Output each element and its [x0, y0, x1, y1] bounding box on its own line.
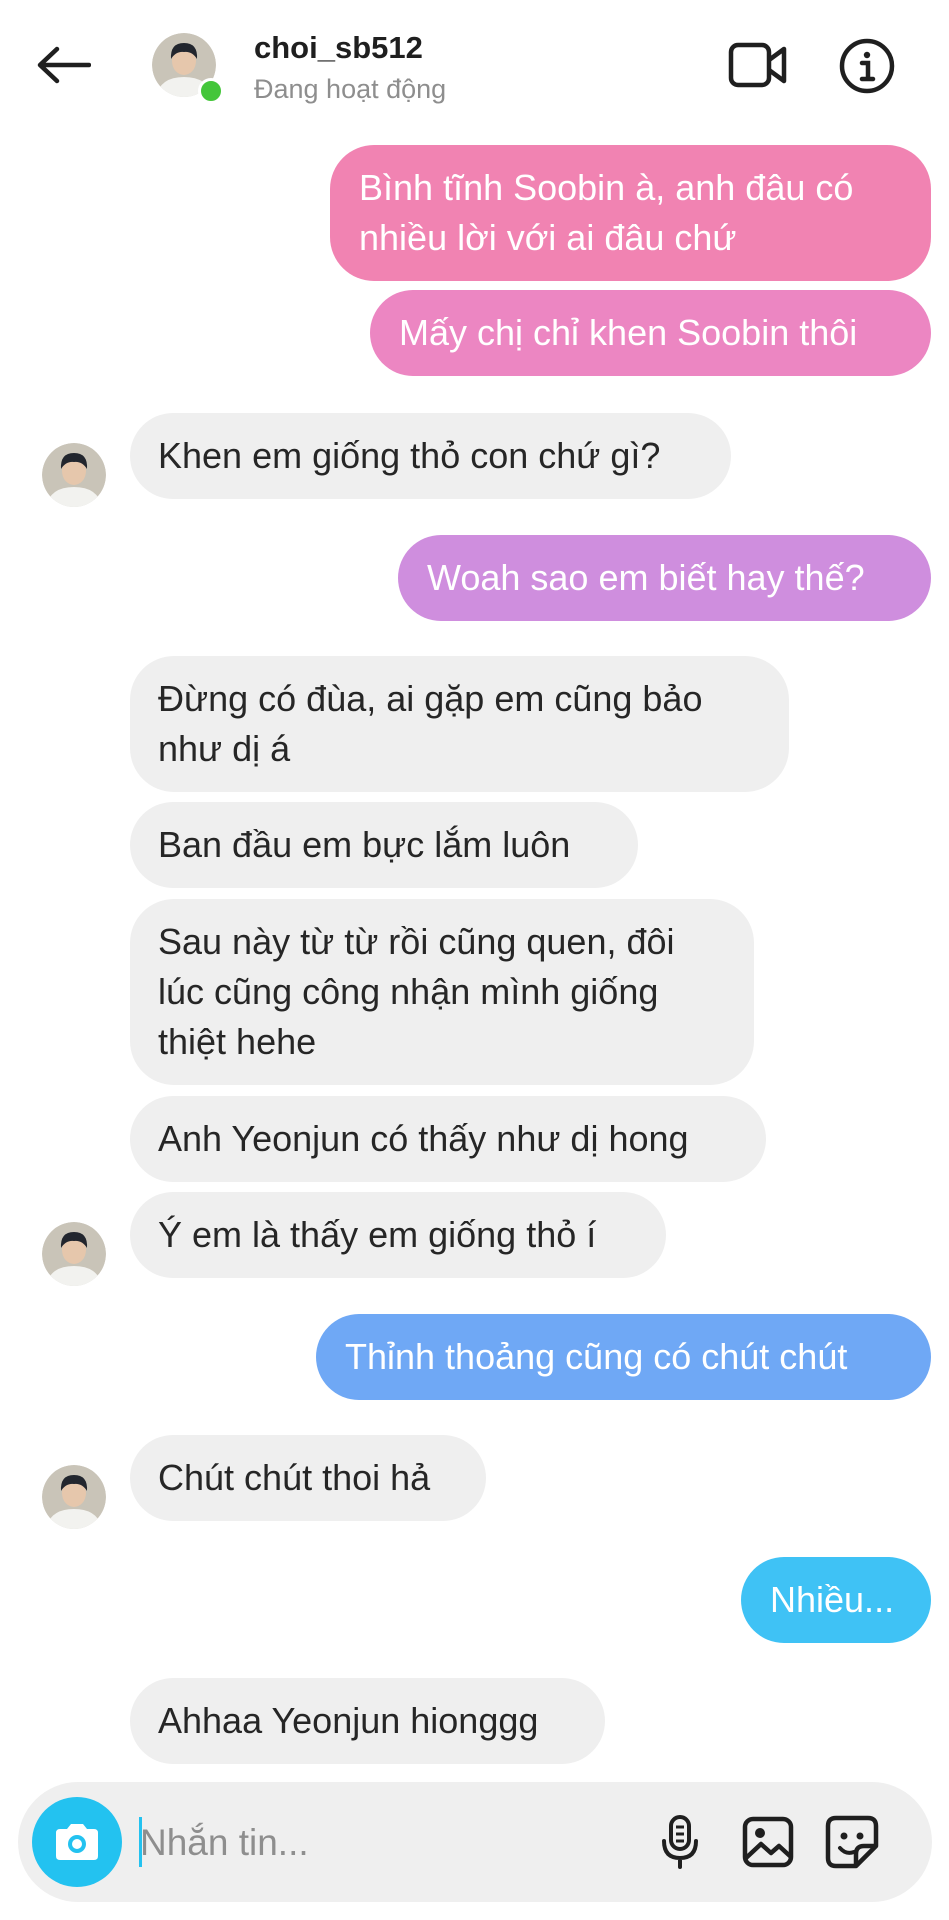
info-icon: [839, 38, 895, 94]
message-composer: [18, 1782, 932, 1902]
incoming-message[interactable]: Chút chút thoi hả: [130, 1435, 486, 1521]
voice-message-button[interactable]: [650, 1812, 710, 1872]
back-button[interactable]: [28, 34, 98, 96]
outgoing-message[interactable]: Bình tĩnh Soobin à, anh đâu có nhiều lời…: [330, 145, 931, 281]
incoming-message[interactable]: Khen em giống thỏ con chứ gì?: [130, 413, 731, 499]
activity-status: Đang hoạt động: [254, 74, 447, 104]
arrow-left-icon: [37, 46, 91, 84]
contact-avatar-small: [42, 1465, 106, 1529]
outgoing-message[interactable]: Nhiều...: [741, 1557, 931, 1643]
message-input[interactable]: [138, 1807, 642, 1879]
sticker-button[interactable]: [822, 1812, 882, 1872]
incoming-message[interactable]: Anh Yeonjun có thấy như dị hong: [130, 1096, 766, 1182]
incoming-message[interactable]: Đừng có đùa, ai gặp em cũng bảo như dị á: [130, 656, 789, 792]
outgoing-message[interactable]: Mấy chị chỉ khen Soobin thôi: [370, 290, 931, 376]
incoming-message[interactable]: Ý em là thấy em giống thỏ í: [130, 1192, 666, 1278]
incoming-message[interactable]: Ahhaa Yeonjun hionggg: [130, 1678, 605, 1764]
text-cursor: [139, 1817, 142, 1867]
microphone-icon: [662, 1815, 698, 1869]
image-icon: [742, 1816, 794, 1868]
contact-username[interactable]: choi_sb512: [254, 30, 423, 66]
incoming-message[interactable]: Ban đầu em bực lắm luôn: [130, 802, 638, 888]
online-indicator: [198, 78, 224, 104]
outgoing-message[interactable]: Woah sao em biết hay thế?: [398, 535, 931, 621]
video-call-button[interactable]: [727, 36, 789, 94]
contact-avatar-small: [42, 1222, 106, 1286]
chat-header: choi_sb512 Đang hoạt động: [0, 0, 949, 132]
video-camera-icon: [728, 42, 787, 88]
sticker-icon: [825, 1815, 879, 1869]
info-button[interactable]: [836, 35, 898, 97]
camera-button[interactable]: [32, 1797, 122, 1887]
contact-avatar-small: [42, 443, 106, 507]
outgoing-message[interactable]: Thỉnh thoảng cũng có chút chút: [316, 1314, 931, 1400]
contact-avatar[interactable]: [152, 33, 224, 104]
camera-icon: [56, 1824, 98, 1860]
incoming-message[interactable]: Sau này từ từ rồi cũng quen, đôi lúc cũn…: [130, 899, 754, 1085]
gallery-button[interactable]: [738, 1812, 798, 1872]
